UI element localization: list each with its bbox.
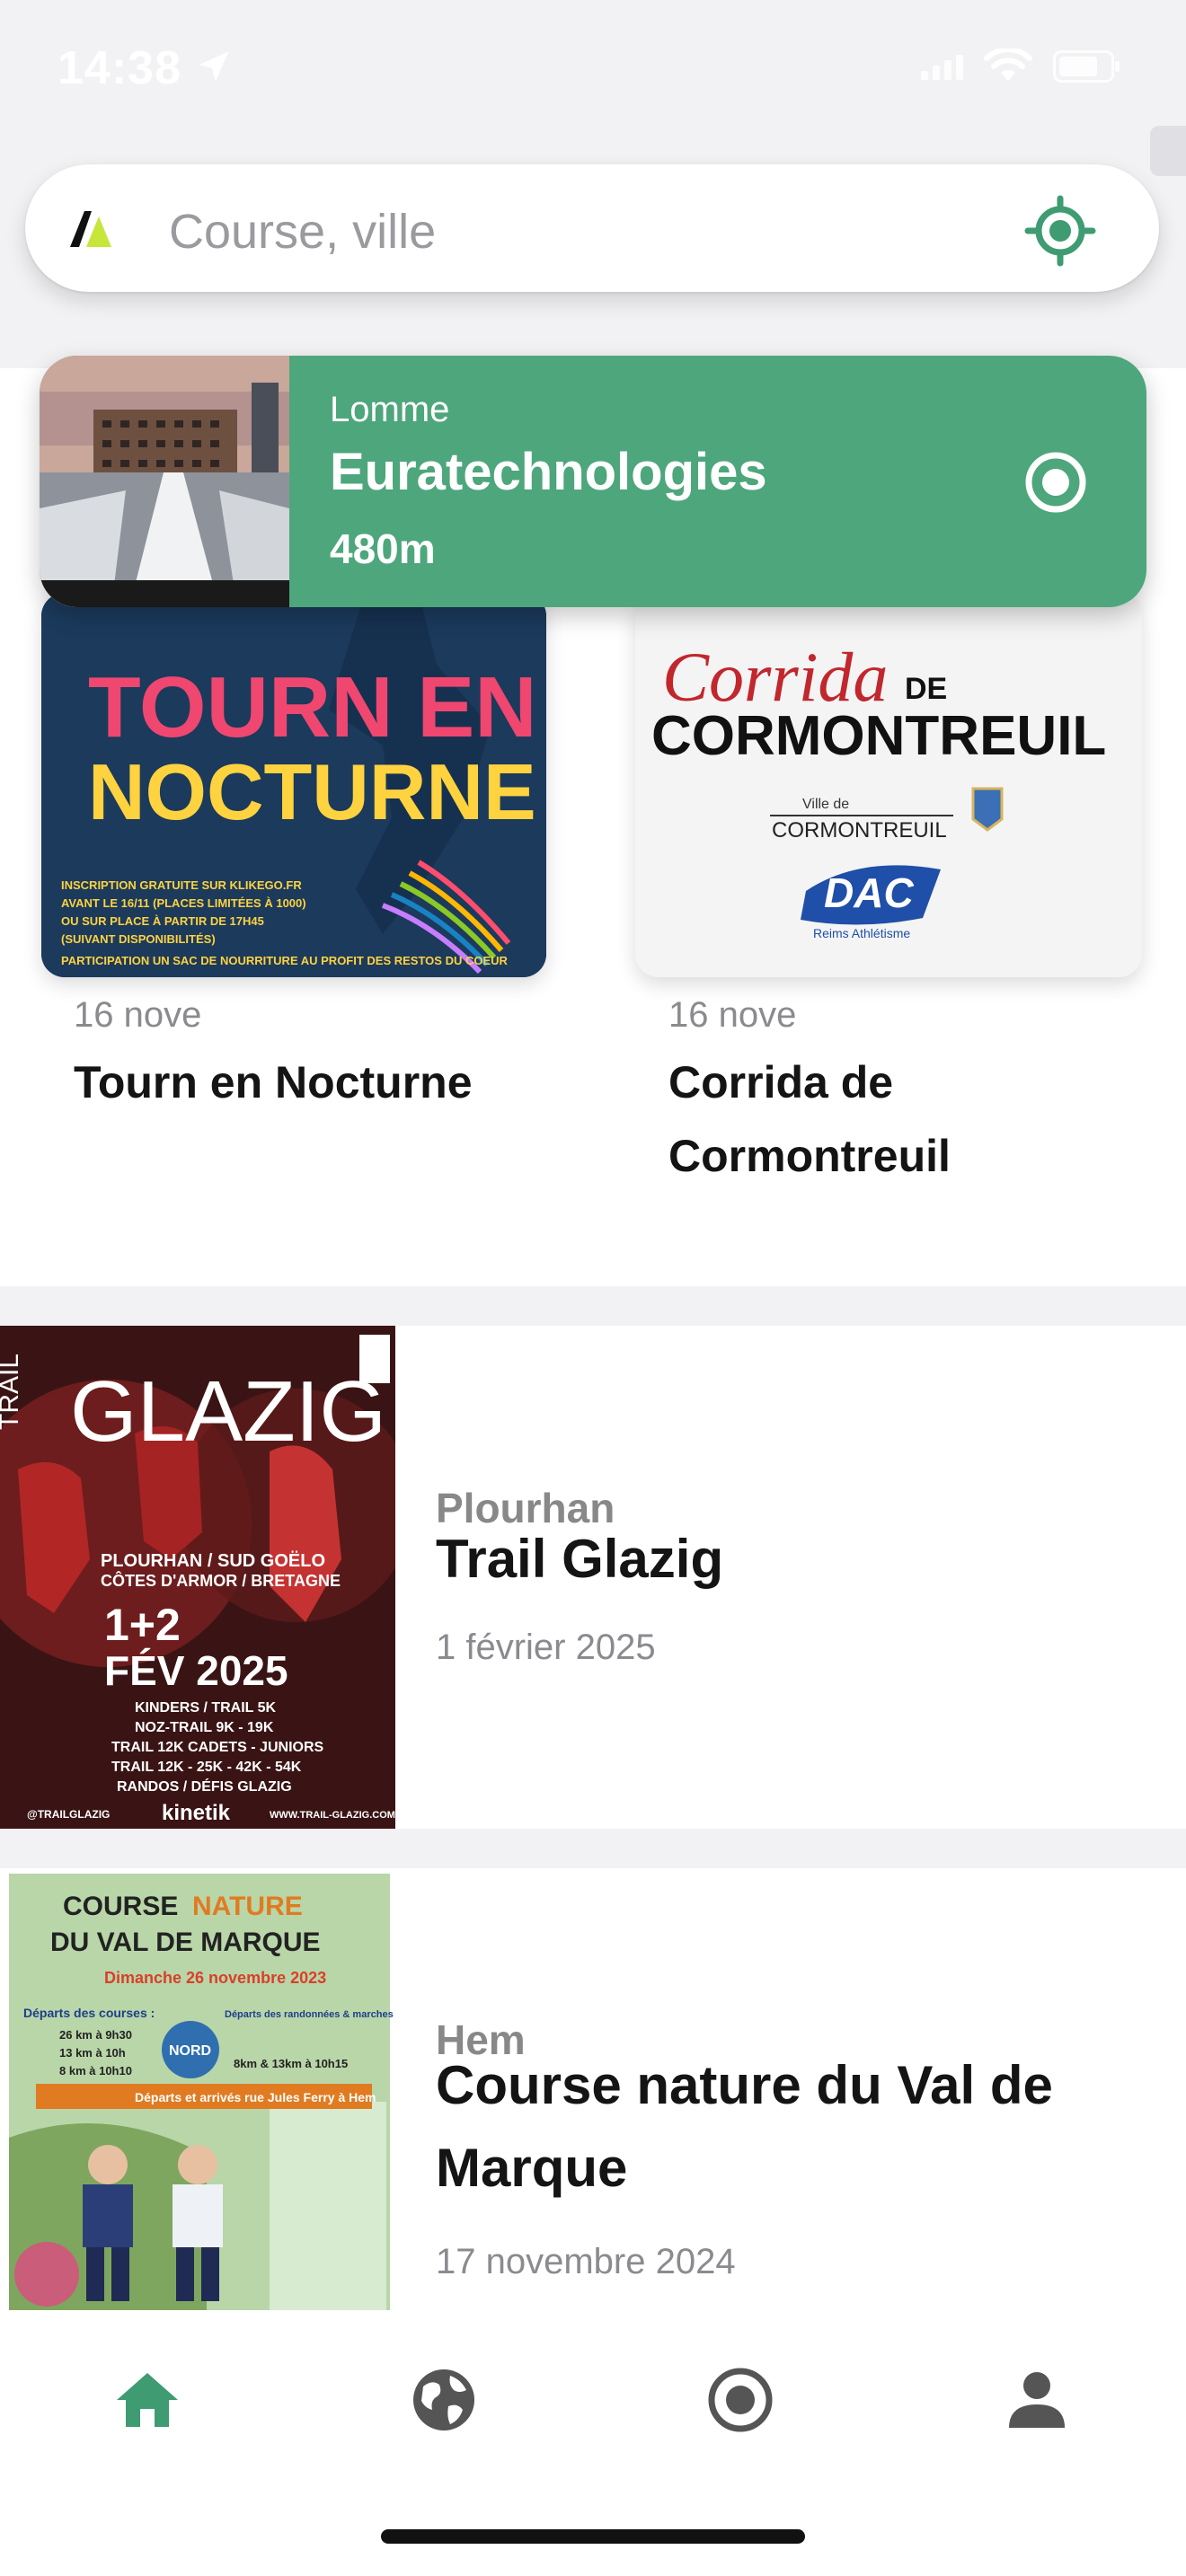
poster-days: 1+2 (104, 1600, 181, 1650)
poster-club: DAC (824, 869, 914, 916)
poster-de: DE (905, 672, 947, 706)
event-card-title[interactable]: Tourn en Nocturne (74, 1045, 541, 1119)
home-indicator[interactable] (381, 2529, 805, 2544)
event-list-item[interactable]: COURSE NATURE DU VAL DE MARQUE Dimanche … (0, 1868, 1186, 2310)
location-photo (40, 356, 289, 607)
event-card-poster[interactable]: TOURN EN NOCTURNE INSCRIPTION GRATUITE S… (41, 593, 546, 977)
poster-place: CÔTES D'ARMOR / BRETAGNE (101, 1571, 341, 1590)
poster-ville-de: Ville de (802, 797, 849, 812)
event-card-poster[interactable]: Corrida DE CORMONTREUIL Ville de CORMONT… (635, 593, 1142, 977)
poster-arrivals: Départs et arrivés rue Jules Ferry à Hem (135, 2090, 376, 2104)
poster-headline: CORMONTREUIL (651, 705, 1106, 767)
poster-club-sub: Reims Athlétisme (813, 926, 910, 940)
poster-badge: NORD (169, 2043, 211, 2059)
home-icon (117, 2373, 178, 2427)
event-thumbnail: COURSE NATURE DU VAL DE MARQUE Dimanche … (0, 1868, 395, 2310)
tab-record[interactable] (695, 2355, 785, 2445)
poster-line: RANDOS / DÉFIS GLAZIG (117, 1778, 292, 1795)
poster-line: DU VAL DE MARQUE (50, 1928, 321, 1957)
poster-line: INSCRIPTION GRATUITE SUR KLIKEGO.FR (61, 878, 302, 892)
wifi-icon (984, 49, 1032, 81)
status-bar: 14:38 (0, 0, 1186, 153)
poster-ville: CORMONTREUIL (772, 818, 947, 842)
edge-handle[interactable] (1150, 126, 1186, 176)
event-list-item[interactable]: TRAIL GLAZIG PLOURHAN / SUD GOËLO CÔTES … (0, 1326, 1186, 1829)
poster-line: TRAIL 12K CADETS - JUNIORS (111, 1740, 324, 1755)
poster-headline-1: TOURN EN (88, 659, 537, 755)
poster-trail: TRAIL (0, 1354, 24, 1430)
poster-line: NOZ-TRAIL 9K - 19K (135, 1720, 274, 1735)
poster-name: GLAZIG (70, 1363, 386, 1460)
app-logo-icon (70, 211, 111, 247)
event-card-title[interactable]: Corrida de Cormontreuil (668, 1045, 1136, 1193)
nearby-place-name: Euratechnologies (330, 443, 767, 501)
event-card-date: 16 nove (74, 995, 202, 1035)
poster-date: Dimanche 26 novembre 2023 (104, 1969, 326, 1987)
event-date: 17 novembre 2024 (436, 2242, 736, 2281)
poster-line: (SUIVANT DISPONIBILITÉS) (61, 932, 216, 946)
poster-line: AVANT LE 16/11 (PLACES LIMITÉES À 1000) (61, 896, 306, 910)
record-icon (708, 2368, 773, 2432)
poster-footer: @TRAILGLAZIG (27, 1808, 110, 1821)
poster-randos: 8km & 13km à 10h15 (234, 2057, 348, 2070)
poster-footer: WWW.TRAIL-GLAZIG.COM (270, 1810, 395, 1821)
event-thumbnail: TRAIL GLAZIG PLOURHAN / SUD GOËLO CÔTES … (0, 1326, 395, 1829)
cellular-signal-icon (921, 53, 963, 80)
poster-line: OU SUR PLACE À PARTIR DE 17H45 (61, 914, 264, 928)
poster-course: 26 km à 9h30 (59, 2028, 132, 2042)
poster-line: COURSE (63, 1892, 178, 1921)
poster-script: Corrida (662, 638, 888, 716)
search-bar[interactable]: Course, ville (25, 164, 1159, 292)
globe-icon (413, 2369, 474, 2430)
event-title[interactable]: Course nature du Val de Marque (436, 2044, 1155, 2210)
poster-courses-heading: Départs des courses : (23, 2006, 155, 2020)
section-divider (0, 1286, 1186, 1326)
poster-headline-2: NOCTURNE (88, 747, 536, 836)
section-divider (0, 1829, 1186, 1868)
nearby-city: Lomme (330, 390, 450, 429)
poster-line: PARTICIPATION UN SAC DE NOURRITURE AU PR… (61, 954, 509, 967)
profile-icon (1009, 2372, 1065, 2428)
poster-course: 13 km à 10h (59, 2046, 126, 2060)
poster-line: NATURE (192, 1892, 303, 1921)
status-time: 14:38 (58, 42, 181, 94)
event-card-date: 16 nove (668, 995, 797, 1035)
battery-icon (1053, 50, 1120, 83)
poster-month: FÉV 2025 (104, 1647, 288, 1694)
event-poster-image: TOURN EN NOCTURNE INSCRIPTION GRATUITE S… (41, 593, 546, 977)
poster-line: KINDERS / TRAIL 5K (135, 1700, 277, 1716)
location-arrow-icon (199, 51, 229, 82)
poster-footer: kinetik (162, 1801, 231, 1825)
poster-place: PLOURHAN / SUD GOËLO (101, 1550, 325, 1571)
locate-me-icon[interactable] (1024, 195, 1096, 267)
nearby-location-banner[interactable]: Lomme Euratechnologies 480m (40, 356, 1146, 607)
event-title[interactable]: Trail Glazig (436, 1518, 1155, 1601)
event-date: 1 février 2025 (436, 1628, 656, 1667)
poster-randos-heading: Départs des randonnées & marches nordiqu… (225, 2009, 395, 2020)
target-icon[interactable] (1022, 449, 1089, 516)
nearby-distance: 480m (330, 525, 436, 572)
search-input[interactable]: Course, ville (169, 204, 436, 260)
tab-profile[interactable] (992, 2355, 1082, 2445)
tab-explore[interactable] (399, 2355, 489, 2445)
event-poster-image: Corrida DE CORMONTREUIL Ville de CORMONT… (635, 593, 1142, 977)
tab-home[interactable] (102, 2355, 192, 2445)
poster-course: 8 km à 10h10 (59, 2064, 132, 2078)
poster-line: TRAIL 12K - 25K - 42K - 54K (111, 1760, 302, 1775)
